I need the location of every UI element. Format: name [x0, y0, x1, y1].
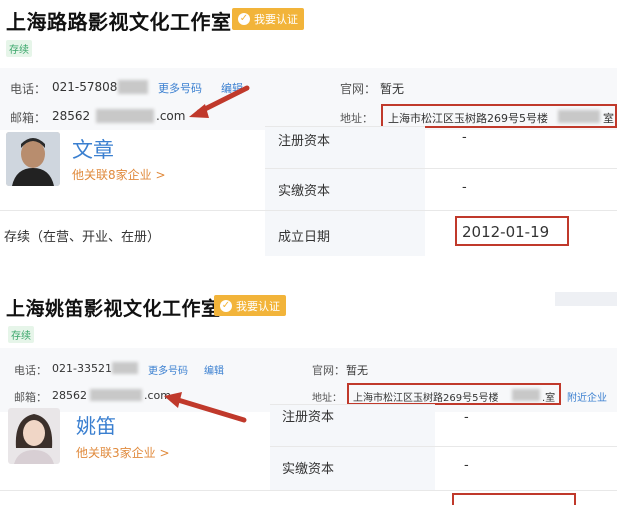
- email-label: 邮箱：: [10, 111, 47, 125]
- address-label: 地址：: [340, 112, 373, 125]
- address-value: 上海市松江区玉树路269号5号楼: [353, 393, 499, 404]
- person-name[interactable]: 姚笛: [76, 410, 116, 439]
- website-value: 暂无: [380, 82, 405, 96]
- related-companies-link[interactable]: 他关联8家企业 >: [72, 166, 166, 183]
- email-suffix: .com: [156, 109, 186, 123]
- red-arrow-icon: [189, 85, 250, 118]
- status-full: 存续（在营、开业、在册）: [4, 230, 161, 245]
- email-prefix: 28562: [52, 389, 87, 402]
- company-card-1: 上海路路影视文化工作室 ✓ 我要认证 存续 电话： 021-57808 更多号码…: [0, 0, 617, 262]
- verify-label: 我要认证: [236, 299, 280, 313]
- paid-capital-value: -: [462, 180, 467, 195]
- phone-label: 电话：: [14, 364, 47, 377]
- phone-label: 电话：: [10, 82, 47, 96]
- registered-capital-value: -: [462, 130, 467, 145]
- paid-capital-value: -: [464, 458, 469, 473]
- redaction: [112, 362, 138, 374]
- established-label: 成立日期: [278, 230, 331, 245]
- person-name[interactable]: 文章: [72, 134, 114, 164]
- email-label: 邮箱：: [14, 391, 47, 404]
- address-tail: 室: [603, 112, 614, 125]
- redaction: [558, 110, 600, 123]
- redaction: [118, 80, 148, 94]
- check-icon: ✓: [238, 13, 250, 25]
- avatar[interactable]: [6, 132, 60, 186]
- phone-value: 021-57808: [52, 80, 118, 94]
- verify-label: 我要认证: [254, 13, 298, 26]
- paid-capital-label: 实缴资本: [282, 462, 335, 477]
- address-label: 地址：: [312, 393, 342, 404]
- website-label: 官网：: [340, 82, 377, 96]
- red-arrow-icon: [164, 392, 247, 423]
- registered-capital-value: -: [464, 410, 469, 425]
- website-value: 暂无: [346, 364, 368, 377]
- date-highlight: [452, 493, 576, 505]
- company-card-2: 上海姚笛影视文化工作室 ✓ 我要认证 存续 电话： 021-33521 更多号码…: [0, 286, 617, 505]
- registered-capital-label: 注册资本: [278, 134, 331, 149]
- more-numbers-link[interactable]: 更多号码: [148, 362, 188, 377]
- redaction: [96, 109, 154, 123]
- verify-button[interactable]: ✓ 我要认证: [214, 295, 286, 316]
- status-badge: 存续: [6, 40, 32, 57]
- company-title: 上海姚笛影视文化工作室: [6, 298, 221, 320]
- ghost-bar: [555, 292, 617, 306]
- address-tail: .室: [542, 393, 556, 404]
- paid-capital-label: 实缴资本: [278, 184, 331, 199]
- status-badge: 存续: [8, 326, 34, 343]
- nearby-companies-link[interactable]: 附近企业: [567, 389, 607, 404]
- table-cell: [425, 168, 617, 210]
- check-icon: ✓: [220, 299, 232, 312]
- registered-capital-label: 注册资本: [282, 410, 335, 425]
- established-value: 2012-01-19: [462, 223, 550, 241]
- related-companies-link[interactable]: 他关联3家企业 >: [76, 444, 170, 461]
- website-label: 官网：: [312, 364, 345, 377]
- avatar[interactable]: [8, 408, 60, 464]
- redaction: [512, 389, 540, 401]
- email-prefix: 28562: [52, 109, 91, 123]
- address-value: 上海市松江区玉树路269号5号楼: [388, 112, 548, 125]
- table-cell: [435, 446, 617, 490]
- phone-value: 021-33521: [52, 362, 112, 375]
- company-title: 上海路路影视文化工作室: [6, 10, 232, 34]
- verify-button[interactable]: ✓ 我要认证: [232, 8, 304, 30]
- edit-link[interactable]: 编辑: [204, 362, 224, 377]
- redaction: [90, 389, 142, 401]
